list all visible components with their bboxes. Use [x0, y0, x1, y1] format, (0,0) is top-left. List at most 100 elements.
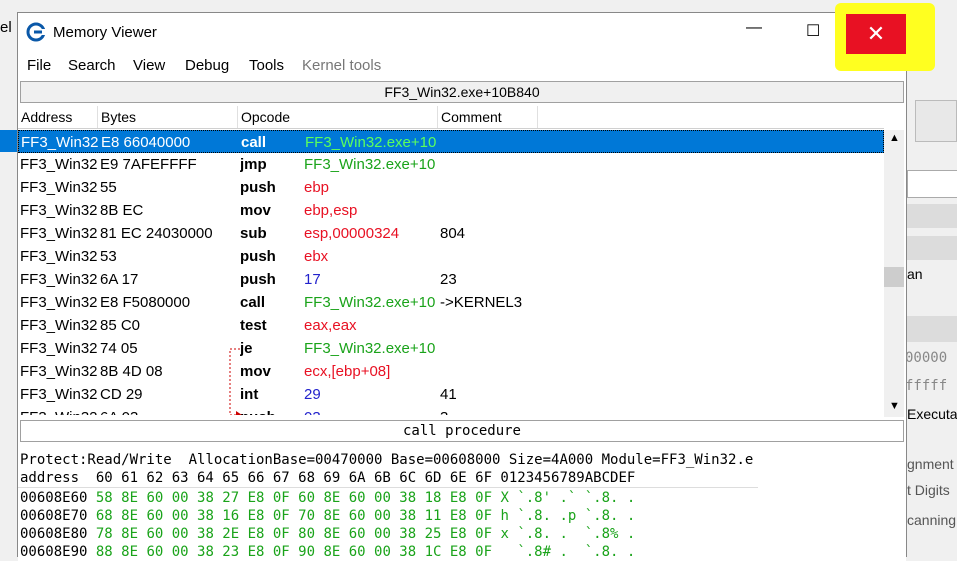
- row-bytes: 6A 03: [100, 406, 235, 415]
- background-text: Executa: [907, 406, 957, 422]
- menu-search[interactable]: Search: [68, 57, 116, 74]
- menu-bar: File Search View Debug Tools Kernel tool…: [18, 53, 906, 79]
- hex-row[interactable]: 00608E80 78 8E 60 00 38 2E E8 0F 80 8E 6…: [20, 525, 635, 543]
- menu-file[interactable]: File: [27, 57, 51, 74]
- disassembly-row[interactable]: FF3_Win32 85 C0 test eax,eax: [18, 314, 884, 337]
- row-opcode: call: [241, 134, 267, 151]
- hex-row[interactable]: 00608E90 88 8E 60 00 38 23 E8 0F 90 8E 6…: [20, 543, 635, 561]
- memory-viewer-window: Memory Viewer — ☐ File Search View Debug…: [17, 12, 907, 561]
- background-bar: [907, 204, 957, 228]
- row-comment: ->KERNEL3: [440, 294, 523, 311]
- row-argument: ebp: [304, 179, 330, 196]
- hex-row-address: 00608E70: [20, 508, 88, 524]
- disassembly-row[interactable]: FF3_Win326A 03 push 033: [18, 406, 884, 415]
- cheat-engine-logo-icon: [26, 22, 46, 42]
- row-opcode: test: [240, 317, 267, 334]
- menu-tools[interactable]: Tools: [249, 57, 284, 74]
- background-selection: [0, 130, 18, 152]
- row-comment: 41: [440, 386, 457, 403]
- disassembler-address-bar[interactable]: FF3_Win32.exe+10B840: [20, 81, 904, 103]
- row-argument: eax,eax: [304, 317, 357, 334]
- hex-row-address: 00608E60: [20, 490, 88, 506]
- disassembly-row[interactable]: FF3_Win32 74 05 je FF3_Win32.exe+10: [18, 337, 884, 360]
- menu-kernel-tools[interactable]: Kernel tools: [302, 57, 381, 74]
- row-opcode: push: [240, 248, 276, 265]
- row-argument: 03: [304, 406, 438, 415]
- scrollbar-thumb[interactable]: [884, 267, 904, 287]
- row-bytes: 55: [100, 179, 117, 196]
- hex-info-line: Protect:Read/Write AllocationBase=004700…: [20, 452, 754, 468]
- background-app-left: el: [0, 0, 18, 554]
- window-title: Memory Viewer: [53, 24, 157, 41]
- row-opcode: push: [240, 271, 276, 288]
- background-bar: [907, 236, 957, 260]
- background-field: [907, 170, 957, 198]
- column-header-bytes[interactable]: Bytes: [98, 106, 238, 128]
- row-bytes: E8 66040000: [101, 134, 191, 151]
- disassembler-header: Address Bytes Opcode Comment: [18, 106, 884, 129]
- disassembly-row[interactable]: FF3_Win32 E9 7AFEFFFF jmp FF3_Win32.exe+10: [18, 153, 884, 176]
- hex-row-bytes[interactable]: 68 8E 60 00 38 16 E8 0F 70 8E 60 00 38 1…: [96, 508, 492, 524]
- row-opcode: mov: [240, 202, 271, 219]
- background-menu-text: el: [0, 19, 12, 36]
- instruction-description: call procedure: [20, 420, 904, 442]
- row-address: FF3_Win32: [20, 386, 98, 403]
- column-header-comment[interactable]: Comment: [438, 106, 538, 128]
- hex-row-bytes[interactable]: 78 8E 60 00 38 2E E8 0F 80 8E 60 00 38 2…: [96, 526, 492, 542]
- hex-row[interactable]: 00608E60 58 8E 60 00 38 27 E8 0F 60 8E 6…: [20, 489, 635, 507]
- row-address: FF3_Win32: [21, 134, 99, 151]
- hex-row-ascii: x `.8. . `.8% .: [500, 526, 636, 542]
- row-argument: esp,00000324: [304, 225, 400, 242]
- scroll-down-icon[interactable]: ▼: [889, 400, 900, 412]
- row-opcode: sub: [240, 225, 267, 242]
- row-opcode: push: [240, 406, 300, 415]
- row-address: FF3_Win32: [20, 317, 98, 334]
- hex-row-bytes[interactable]: 58 8E 60 00 38 27 E8 0F 60 8E 60 00 38 1…: [96, 490, 492, 506]
- disassembly-row[interactable]: FF3_Win32 8B EC mov ebp,esp: [18, 199, 884, 222]
- row-bytes: CD 29: [100, 386, 143, 403]
- hex-row[interactable]: 00608E70 68 8E 60 00 38 16 E8 0F 70 8E 6…: [20, 507, 635, 525]
- close-button[interactable]: ✕: [846, 14, 906, 54]
- row-address: FF3_Win32: [20, 225, 98, 242]
- hex-view[interactable]: Protect:Read/Write AllocationBase=004700…: [18, 451, 906, 561]
- disassembly-row[interactable]: FF3_Win32 6A 17 push 17 23: [18, 268, 884, 291]
- background-text: gnment: [907, 456, 954, 472]
- row-bytes: 8B EC: [100, 202, 144, 219]
- row-bytes: 8B 4D 08: [100, 363, 163, 380]
- menu-view[interactable]: View: [133, 57, 165, 74]
- row-argument: ebx: [304, 248, 329, 265]
- column-header-opcode[interactable]: Opcode: [238, 106, 438, 128]
- disassembly-row[interactable]: FF3_Win32 E8 66040000 call FF3_Win32.exe+10: [18, 130, 884, 153]
- scroll-up-icon[interactable]: ▲: [889, 132, 900, 144]
- minimize-button[interactable]: —: [746, 19, 762, 37]
- row-address: FF3_Win32: [20, 156, 98, 173]
- disassembly-row[interactable]: FF3_Win32 E8 F5080000 call FF3_Win32.exe+10…: [18, 291, 884, 314]
- menu-debug[interactable]: Debug: [185, 57, 229, 74]
- hex-row-address: 00608E80: [20, 526, 88, 542]
- disassembly-list[interactable]: FF3_Win32 E8 66040000 call FF3_Win32.exe+10…: [18, 130, 884, 415]
- row-address: FF3_Win32: [20, 340, 98, 357]
- row-argument: ebp,esp: [304, 202, 358, 219]
- disassembly-row[interactable]: FF3_Win32 55 push ebp: [18, 176, 884, 199]
- title-bar[interactable]: Memory Viewer — ☐: [18, 13, 906, 53]
- row-bytes: 53: [100, 248, 117, 265]
- row-address: FF3_Win32: [20, 271, 98, 288]
- disassembly-scrollbar[interactable]: ▲ ▼: [884, 130, 904, 417]
- disassembly-row[interactable]: FF3_Win32 53 push ebx: [18, 245, 884, 268]
- column-header-address[interactable]: Address: [18, 106, 98, 128]
- disassembly-row[interactable]: FF3_Win32 8B 4D 08 mov ecx,[ebp+08]: [18, 360, 884, 383]
- row-address: FF3_Win32: [20, 294, 98, 311]
- row-bytes: 6A 17: [100, 271, 139, 288]
- disassembly-row[interactable]: FF3_Win32 81 EC 24030000 sub esp,00000324 80…: [18, 222, 884, 245]
- hex-header-divider: [18, 487, 758, 488]
- row-address: FF3_Win32: [20, 248, 98, 265]
- row-bytes: E9 7AFEFFFF: [100, 156, 197, 173]
- hex-row-ascii: X `.8' .` `.8. .: [500, 490, 636, 506]
- background-bar: [907, 316, 957, 342]
- maximize-button[interactable]: ☐: [806, 21, 820, 41]
- hex-column-header: address 60 61 62 63 64 65 66 67 68 69 6A…: [20, 470, 636, 486]
- hex-row-bytes[interactable]: 88 8E 60 00 38 23 E8 0F 90 8E 60 00 38 1…: [96, 544, 492, 560]
- row-opcode: jmp: [240, 156, 267, 173]
- disassembly-row[interactable]: FF3_Win32 CD 29 int 29 41: [18, 383, 884, 406]
- row-opcode: int: [240, 386, 259, 403]
